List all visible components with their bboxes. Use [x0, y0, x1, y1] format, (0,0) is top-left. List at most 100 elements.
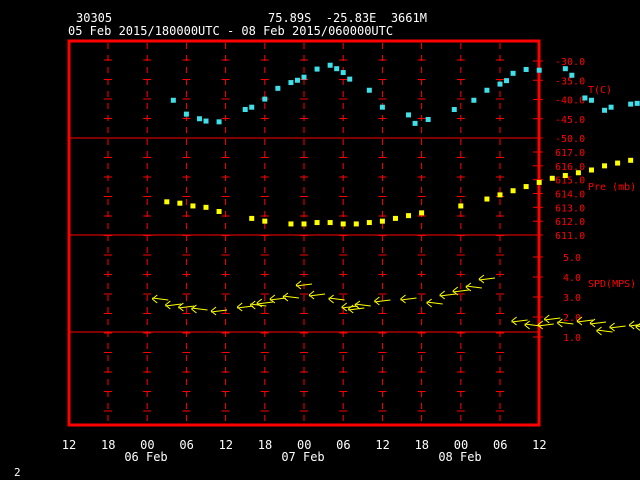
pressure-point — [379, 218, 385, 224]
wind-barb — [282, 292, 299, 302]
temperature-point — [196, 116, 202, 122]
wind-barb-shaft — [165, 303, 182, 307]
pressure-point — [628, 157, 634, 163]
temperature-point — [249, 104, 255, 110]
page-number: 2 — [14, 466, 21, 479]
wind-barb-shaft — [478, 277, 495, 281]
y-tick-label: 615.0 — [555, 176, 585, 187]
x-tick-label: 06 — [336, 438, 350, 452]
wind-barb — [328, 294, 345, 304]
temperature-point — [569, 72, 575, 78]
y-tick-label: 614.0 — [555, 190, 585, 201]
wind-barb-shaft — [237, 305, 254, 309]
pressure-point — [288, 221, 294, 227]
wind-barb-shaft — [596, 329, 613, 333]
temperature-point — [301, 74, 307, 80]
wind-barb-head — [256, 298, 263, 304]
pressure-point — [190, 203, 196, 209]
temperature-point — [562, 66, 568, 72]
temperature-point — [412, 120, 418, 126]
wind-barb — [308, 290, 326, 300]
y-tick-label: 613.0 — [555, 203, 585, 214]
wind-barb-head — [524, 324, 530, 330]
x-date-label: 07 Feb — [281, 450, 324, 464]
x-tick-label: 12 — [62, 438, 76, 452]
wind-barb-head — [557, 322, 563, 328]
wind-barb-shaft — [269, 297, 286, 301]
temperature-point — [634, 100, 640, 106]
y-tick-label: 5.0 — [563, 253, 581, 264]
pressure-point — [340, 221, 346, 227]
pressure-point — [327, 220, 333, 226]
wind-barb-shaft — [544, 317, 561, 321]
wind-barb — [609, 322, 626, 332]
wind-barb — [400, 294, 417, 304]
temperature-point — [406, 112, 412, 118]
x-date-label: 08 Feb — [438, 450, 481, 464]
wind-barb-shaft — [465, 285, 482, 289]
pressure-point — [497, 192, 503, 198]
y-tick-label: 617.0 — [555, 148, 585, 159]
wind-barb-shaft — [348, 307, 365, 311]
temperature-point — [216, 119, 222, 125]
pressure-point — [602, 163, 608, 169]
pressure-point — [575, 170, 581, 176]
temperature-point — [451, 107, 457, 113]
temperature-point — [523, 66, 529, 72]
temperature-point — [588, 97, 594, 103]
pressure-point — [406, 213, 412, 219]
x-tick-label: 12 — [219, 438, 233, 452]
wind-barb-head — [426, 302, 432, 308]
wind-barb-head — [374, 296, 380, 302]
meteogram-chart: -30.0-35.0-40.0-45.0-50.0T(C)617.0616.06… — [62, 39, 640, 464]
wind-barb-shaft — [191, 307, 208, 311]
temperature-point — [504, 78, 510, 84]
x-tick-label: 06 — [179, 438, 193, 452]
wind-barb-head — [628, 320, 635, 326]
pressure-point — [203, 204, 209, 210]
temperature-point — [242, 107, 248, 113]
x-tick-label: 18 — [415, 438, 429, 452]
wind-barb-shaft — [211, 309, 228, 313]
pressure-point — [510, 188, 516, 194]
panel-title: Pre (mb) — [588, 182, 636, 193]
wind-barb-head — [328, 298, 334, 304]
temperature-point — [183, 111, 189, 117]
temperature-point — [203, 118, 209, 124]
wind-barb-head — [439, 290, 446, 296]
temperature-point — [471, 97, 477, 103]
wind-barb-shaft — [328, 297, 345, 301]
wind-barb-head — [511, 316, 517, 322]
y-tick-label: -30.0 — [555, 57, 585, 68]
temperature-point — [497, 81, 503, 87]
pressure-point — [615, 160, 621, 166]
pressure-point — [484, 196, 490, 202]
wind-barb-shaft — [452, 289, 469, 293]
temperature-point — [170, 97, 176, 103]
wind-barb-head — [400, 294, 406, 300]
temperature-point — [347, 76, 353, 82]
wind-barb-head — [269, 294, 276, 300]
pressure-point — [366, 220, 372, 226]
temperature-point — [275, 85, 281, 91]
wind-barb-head — [596, 330, 602, 336]
wind-barb — [478, 274, 495, 284]
temperature-point — [628, 101, 634, 107]
pressure-point — [549, 175, 555, 181]
wind-barb-head — [609, 322, 615, 328]
panel-title: SPD(MPS) — [588, 279, 636, 290]
wind-barb-shaft — [400, 297, 417, 301]
wind-barb-shaft — [609, 325, 626, 329]
y-tick-label: -40.0 — [555, 96, 585, 107]
temperature-point — [366, 87, 372, 93]
pressure-point — [419, 210, 425, 216]
wind-barb-head — [165, 300, 171, 306]
y-tick-label: -50.0 — [555, 134, 585, 145]
temperature-point — [425, 117, 431, 123]
temperature-point — [327, 62, 333, 68]
pressure-point — [177, 200, 183, 206]
temperature-point — [314, 66, 320, 72]
wind-barb-head — [236, 302, 243, 308]
wind-barb — [635, 322, 640, 332]
wind-barb-shaft — [589, 321, 607, 325]
